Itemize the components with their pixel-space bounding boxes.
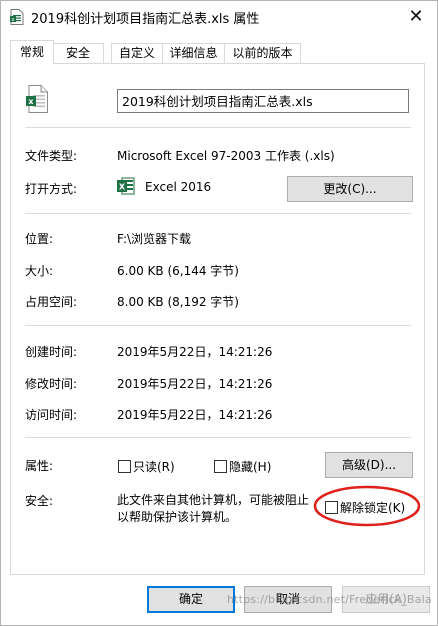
modified-label: 修改时间:	[25, 377, 78, 391]
size-value: 6.00 KB (6,144 字节)	[117, 264, 239, 278]
tab-security[interactable]: 安全	[52, 43, 104, 63]
svg-text:x: x	[28, 97, 34, 106]
watermark: https://blog.csdn.net/Frederick_Bala	[227, 593, 432, 606]
size-on-disk-value: 8.00 KB (8,192 字节)	[117, 295, 239, 309]
tab-details[interactable]: 详细信息	[162, 43, 225, 63]
separator	[25, 437, 411, 438]
change-button[interactable]: 更改(C)...	[287, 176, 413, 202]
security-message-line1: 此文件来自其他计算机，可能被阻止	[117, 493, 310, 507]
hidden-checkbox[interactable]	[214, 460, 227, 473]
annotation-circle	[313, 485, 421, 527]
readonly-label[interactable]: 只读(R)	[133, 458, 175, 475]
size-label: 大小:	[25, 264, 54, 278]
svg-text:X: X	[119, 183, 126, 192]
close-button[interactable]: ✕	[401, 3, 431, 29]
separator	[25, 325, 411, 326]
opens-with-label: 打开方式:	[25, 182, 78, 196]
ok-button[interactable]: 确定	[147, 586, 235, 613]
created-label: 创建时间:	[25, 345, 78, 359]
separator	[25, 127, 411, 128]
size-on-disk-label: 占用空间:	[25, 295, 78, 309]
file-type-value: Microsoft Excel 97-2003 工作表 (.xls)	[117, 149, 335, 163]
security-label: 安全:	[25, 494, 54, 508]
attributes-label: 属性:	[25, 459, 54, 473]
title-bar[interactable]: x 2019科创计划项目指南汇总表.xls 属性 ✕	[1, 1, 437, 32]
location-label: 位置:	[25, 232, 54, 246]
excel-app-icon: X	[117, 177, 135, 195]
security-message-line2: 以帮助保护该计算机。	[117, 510, 238, 524]
window-title: 2019科创计划项目指南汇总表.xls 属性	[31, 12, 260, 27]
opens-with-value: Excel 2016	[145, 180, 212, 194]
xls-file-icon: x	[10, 9, 24, 25]
xls-file-large-icon: x	[26, 85, 48, 113]
separator	[25, 213, 411, 214]
tab-general[interactable]: 常规	[10, 40, 54, 64]
created-value: 2019年5月22日，14:21:26	[117, 345, 273, 359]
location-value: F:\浏览器下载	[117, 232, 192, 246]
hidden-label[interactable]: 隐藏(H)	[229, 458, 271, 475]
tab-previous-versions[interactable]: 以前的版本	[224, 43, 301, 63]
tab-custom[interactable]: 自定义	[111, 43, 163, 63]
accessed-label: 访问时间:	[25, 408, 78, 422]
advanced-button[interactable]: 高级(D)...	[325, 452, 413, 478]
svg-text:x: x	[12, 17, 15, 23]
modified-value: 2019年5月22日，14:21:26	[117, 377, 273, 391]
file-name-field[interactable]: 2019科创计划项目指南汇总表.xls	[117, 89, 409, 113]
file-type-label: 文件类型:	[25, 149, 78, 163]
readonly-checkbox[interactable]	[118, 460, 131, 473]
properties-window: x 2019科创计划项目指南汇总表.xls 属性 ✕ 常规 安全 自定义 详细信…	[0, 0, 438, 626]
close-icon: ✕	[408, 5, 424, 27]
accessed-value: 2019年5月22日，14:21:26	[117, 408, 273, 422]
